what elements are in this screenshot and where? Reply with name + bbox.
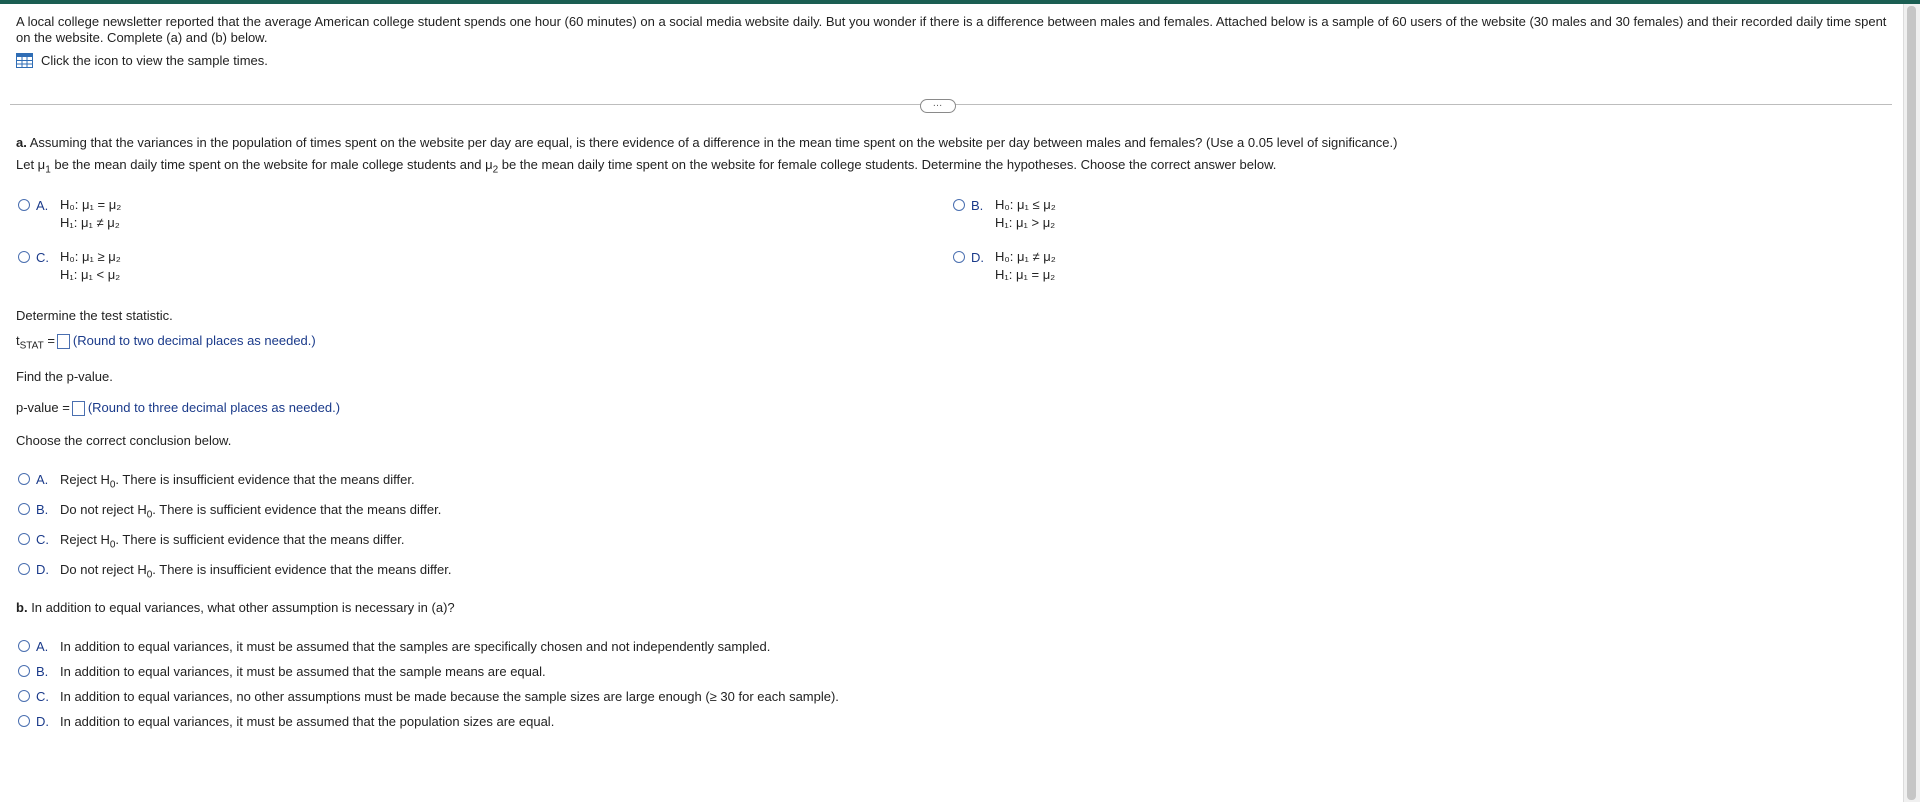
- option-letter: A.: [36, 198, 49, 213]
- hypothesis-option-c[interactable]: C. H₀: μ₁ ≥ μ₂ H₁: μ₁ < μ₂: [18, 249, 121, 284]
- radio-button[interactable]: [18, 715, 30, 727]
- h0-text: H₀: μ₁ ≤ μ₂: [995, 197, 1056, 212]
- tstat-sub: STAT: [19, 340, 44, 352]
- assumption-option-a[interactable]: A. In addition to equal variances, it mu…: [18, 639, 770, 654]
- radio-button[interactable]: [18, 665, 30, 677]
- radio-button[interactable]: [953, 251, 965, 263]
- data-table-link-text: Click the icon to view the sample times.: [41, 53, 268, 68]
- top-accent-bar: [0, 0, 1920, 4]
- radio-button[interactable]: [18, 640, 30, 652]
- h0-text: H₀: μ₁ ≠ μ₂: [995, 249, 1056, 264]
- option-letter: D.: [36, 562, 49, 577]
- option-text: In addition to equal variances, no other…: [60, 689, 839, 704]
- hypothesis-option-a[interactable]: A. H₀: μ₁ = μ₂ H₁: μ₁ ≠ μ₂: [18, 197, 122, 232]
- scrollbar-thumb[interactable]: [1907, 6, 1916, 800]
- table-icon[interactable]: [16, 53, 33, 68]
- conclusion-option-a[interactable]: A. Reject H0. There is insufficient evid…: [18, 472, 415, 491]
- pvalue-hint: (Round to three decimal places as needed…: [87, 400, 341, 415]
- assumption-option-d[interactable]: D. In addition to equal variances, it mu…: [18, 714, 554, 729]
- radio-button[interactable]: [18, 503, 30, 515]
- data-table-link[interactable]: Click the icon to view the sample times.: [16, 53, 1896, 68]
- radio-button[interactable]: [953, 199, 965, 211]
- radio-button[interactable]: [18, 199, 30, 211]
- tstat-answer-box[interactable]: [56, 334, 70, 350]
- radio-button[interactable]: [18, 533, 30, 545]
- let-text-1: Let μ: [16, 157, 46, 172]
- option-letter: C.: [36, 250, 49, 265]
- option-text: In addition to equal variances, it must …: [60, 714, 555, 729]
- radio-button[interactable]: [18, 251, 30, 263]
- option-letter: D.: [971, 250, 984, 265]
- part-b-question: b. In addition to equal variances, what …: [16, 600, 455, 615]
- part-a-label: a.: [16, 135, 27, 150]
- conclusion-text-pre: Reject H: [60, 472, 110, 487]
- conclusion-option-d[interactable]: D. Do not reject H0. There is insufficie…: [18, 562, 451, 581]
- option-letter: A.: [36, 472, 49, 487]
- vertical-scrollbar[interactable]: [1903, 4, 1920, 802]
- h0-text: H₀: μ₁ = μ₂: [60, 197, 122, 212]
- assumption-option-b[interactable]: B. In addition to equal variances, it mu…: [18, 664, 546, 679]
- h1-text: H₁: μ₁ > μ₂: [995, 215, 1056, 230]
- option-letter: A.: [36, 639, 49, 654]
- option-text: In addition to equal variances, it must …: [60, 664, 546, 679]
- assumption-option-c[interactable]: C. In addition to equal variances, no ot…: [18, 689, 839, 704]
- pvalue-label: p-value =: [16, 400, 70, 415]
- h1-text: H₁: μ₁ < μ₂: [60, 267, 121, 282]
- option-text: In addition to equal variances, it must …: [60, 639, 771, 654]
- let-text-3: be the mean daily time spent on the webs…: [498, 157, 1277, 172]
- h1-text: H₁: μ₁ = μ₂: [995, 267, 1056, 282]
- question-content: A local college newsletter reported that…: [16, 14, 1896, 68]
- option-letter: C.: [36, 532, 49, 547]
- option-letter: B.: [36, 664, 49, 679]
- pvalue-prompt: Find the p-value.: [16, 369, 113, 384]
- radio-button[interactable]: [18, 690, 30, 702]
- part-b-question-text: In addition to equal variances, what oth…: [31, 600, 455, 615]
- option-letter: C.: [36, 689, 49, 704]
- tstat-eq: =: [43, 333, 55, 348]
- conclusion-text-pre: Do not reject H: [60, 502, 147, 517]
- conclusion-option-c[interactable]: C. Reject H0. There is sufficient eviden…: [18, 532, 404, 551]
- conclusion-text-post: . There is insufficient evidence that th…: [152, 562, 452, 577]
- option-letter: B.: [971, 198, 984, 213]
- part-b-label: b.: [16, 600, 28, 615]
- hypothesis-option-d[interactable]: D. H₀: μ₁ ≠ μ₂ H₁: μ₁ = μ₂: [953, 249, 1056, 284]
- tstat-hint: (Round to two decimal places as needed.): [72, 333, 316, 348]
- hypotheses-instruction: Let μ1 be the mean daily time spent on t…: [16, 157, 1276, 176]
- conclusion-text-post: . There is insufficient evidence that th…: [115, 472, 415, 487]
- radio-button[interactable]: [18, 563, 30, 575]
- test-statistic-prompt: Determine the test statistic.: [16, 308, 173, 323]
- pvalue-answer-box[interactable]: [71, 401, 85, 417]
- radio-button[interactable]: [18, 473, 30, 485]
- pvalue-row: p-value = (Round to three decimal places …: [16, 400, 341, 417]
- part-a-question: a. Assuming that the variances in the po…: [16, 135, 1397, 150]
- h0-text: H₀: μ₁ ≥ μ₂: [60, 249, 121, 264]
- h1-text: H₁: μ₁ ≠ μ₂: [60, 215, 120, 230]
- conclusion-text-pre: Do not reject H: [60, 562, 147, 577]
- conclusion-option-b[interactable]: B. Do not reject H0. There is sufficient…: [18, 502, 441, 521]
- conclusion-text-post: . There is sufficient evidence that the …: [115, 532, 405, 547]
- conclusion-text-post: . There is sufficient evidence that the …: [152, 502, 442, 517]
- tstat-row: tSTAT = (Round to two decimal places as n…: [16, 333, 316, 352]
- conclusion-text-pre: Reject H: [60, 532, 110, 547]
- expand-toggle[interactable]: …: [920, 99, 956, 113]
- part-a-question-text: Assuming that the variances in the popul…: [29, 135, 1398, 150]
- option-letter: D.: [36, 714, 49, 729]
- conclusion-prompt: Choose the correct conclusion below.: [16, 433, 232, 448]
- option-letter: B.: [36, 502, 49, 517]
- problem-intro: A local college newsletter reported that…: [16, 14, 1887, 45]
- let-text-2: be the mean daily time spent on the webs…: [50, 157, 493, 172]
- hypothesis-option-b[interactable]: B. H₀: μ₁ ≤ μ₂ H₁: μ₁ > μ₂: [953, 197, 1056, 232]
